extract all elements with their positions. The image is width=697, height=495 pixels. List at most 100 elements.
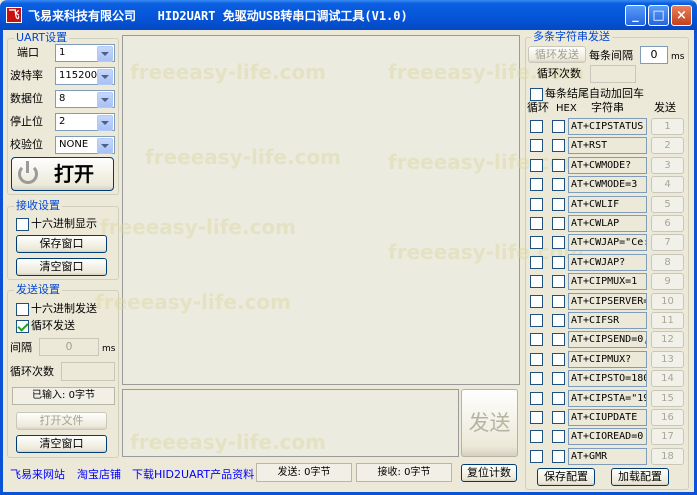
row-send-button[interactable]: 13	[651, 350, 684, 368]
save-window-button[interactable]: 保存窗口	[16, 235, 107, 253]
row-command-input[interactable]: AT+CIPSTA="19	[568, 389, 647, 407]
row-send-button[interactable]: 3	[651, 156, 684, 174]
row-hex-checkbox[interactable]	[552, 275, 565, 289]
databits-select[interactable]: 8	[55, 90, 115, 108]
row-hex-checkbox[interactable]	[552, 333, 565, 347]
row-command-input[interactable]: AT+CIOREAD=0	[568, 428, 647, 446]
row-loop-checkbox[interactable]	[530, 236, 543, 250]
row-loop-checkbox[interactable]	[530, 430, 543, 444]
row-send-button[interactable]: 12	[651, 331, 684, 349]
row-send-button[interactable]: 1	[651, 118, 684, 135]
row-command-input[interactable]: AT+CWMODE=3	[568, 176, 647, 194]
row-send-button[interactable]: 9	[651, 273, 684, 291]
port-select[interactable]: 1	[55, 44, 115, 62]
row-loop-checkbox[interactable]	[530, 449, 543, 463]
row-command-input[interactable]: AT+CWJAP="Ce:	[568, 234, 647, 252]
row-command-input[interactable]: AT+CIPMUX?	[568, 350, 647, 368]
row-command-input[interactable]: AT+CWMODE?	[568, 156, 647, 174]
row-loop-checkbox[interactable]	[530, 294, 543, 308]
close-button[interactable]: ×	[671, 5, 692, 26]
row-command-input[interactable]: AT+CIPMUX=1	[568, 273, 647, 291]
row-send-button[interactable]: 15	[651, 389, 684, 407]
row-command-input[interactable]: AT+GMR	[568, 447, 647, 465]
row-command-input[interactable]: AT+CWLIF	[568, 195, 647, 213]
row-hex-checkbox[interactable]	[552, 197, 565, 211]
maximize-button[interactable]: □	[648, 5, 669, 26]
row-loop-checkbox[interactable]	[530, 275, 543, 289]
row-send-button[interactable]: 17	[651, 428, 684, 446]
row-send-button[interactable]: 5	[651, 195, 684, 213]
save-config-button[interactable]: 保存配置	[537, 468, 595, 486]
row-command-input[interactable]: AT+CWJAP?	[568, 253, 647, 271]
row-send-button[interactable]: 10	[651, 292, 684, 310]
minimize-button[interactable]: _	[625, 5, 646, 26]
row-loop-checkbox[interactable]	[530, 314, 543, 327]
row-loop-checkbox[interactable]	[530, 255, 543, 269]
row-send-button[interactable]: 6	[651, 215, 684, 232]
row-hex-checkbox[interactable]	[552, 372, 565, 386]
row-command-input[interactable]: AT+RST	[568, 137, 647, 155]
row-send-button[interactable]: 14	[651, 370, 684, 388]
clear-receive-button[interactable]: 清空窗口	[16, 258, 107, 276]
row-send-button[interactable]: 16	[651, 409, 684, 426]
row-loop-checkbox[interactable]	[530, 372, 543, 386]
link-download[interactable]: 下载HID2UART产品资料	[132, 466, 254, 482]
row-send-button[interactable]: 2	[651, 137, 684, 155]
stopbits-select[interactable]: 2	[55, 113, 115, 131]
row-command-input[interactable]: AT+CIFSR	[568, 312, 647, 329]
multi-count-input[interactable]	[590, 65, 636, 83]
row-hex-checkbox[interactable]	[552, 255, 565, 269]
multi-interval-input[interactable]: 0	[640, 46, 668, 64]
row-hex-checkbox[interactable]	[552, 120, 565, 133]
row-loop-checkbox[interactable]	[530, 352, 543, 366]
loop-count-input[interactable]	[61, 362, 115, 381]
row-loop-checkbox[interactable]	[530, 178, 543, 192]
link-website[interactable]: 飞易来网站	[10, 466, 65, 482]
row-loop-checkbox[interactable]	[530, 158, 543, 172]
row-loop-checkbox[interactable]	[530, 217, 543, 230]
row-command-input[interactable]: AT+CIPSTO=180	[568, 370, 647, 388]
interval-input[interactable]: 0	[39, 338, 99, 356]
load-config-button[interactable]: 加载配置	[611, 468, 669, 486]
send-button[interactable]: 发送	[461, 389, 518, 457]
row-command-input[interactable]: AT+CIPSTATUS	[568, 118, 647, 135]
send-text-area[interactable]	[122, 389, 459, 457]
link-taobao-shop[interactable]: 淘宝店铺	[77, 466, 121, 482]
loop-send-checkbox[interactable]	[16, 320, 29, 333]
row-loop-checkbox[interactable]	[530, 333, 543, 347]
receive-hex-checkbox[interactable]	[16, 218, 29, 231]
row-send-button[interactable]: 8	[651, 253, 684, 271]
send-hex-checkbox[interactable]	[16, 303, 29, 316]
row-loop-checkbox[interactable]	[530, 197, 543, 211]
baud-select[interactable]: 115200	[55, 67, 115, 85]
open-file-button[interactable]: 打开文件	[16, 412, 107, 430]
row-loop-checkbox[interactable]	[530, 139, 543, 153]
row-hex-checkbox[interactable]	[552, 178, 565, 192]
multi-loop-send-button[interactable]: 循环发送	[528, 46, 586, 63]
open-port-button[interactable]: 打开	[11, 157, 114, 191]
row-hex-checkbox[interactable]	[552, 411, 565, 424]
row-hex-checkbox[interactable]	[552, 352, 565, 366]
row-hex-checkbox[interactable]	[552, 236, 565, 250]
row-hex-checkbox[interactable]	[552, 294, 565, 308]
row-send-button[interactable]: 11	[651, 312, 684, 329]
row-command-input[interactable]: AT+CIPSEND=0,	[568, 331, 647, 349]
parity-select[interactable]: NONE	[55, 136, 115, 154]
row-hex-checkbox[interactable]	[552, 217, 565, 230]
row-send-button[interactable]: 7	[651, 234, 684, 252]
row-loop-checkbox[interactable]	[530, 120, 543, 133]
row-command-input[interactable]: AT+CIUPDATE	[568, 409, 647, 426]
row-hex-checkbox[interactable]	[552, 430, 565, 444]
row-hex-checkbox[interactable]	[552, 391, 565, 405]
receive-text-area[interactable]	[122, 35, 520, 385]
clear-send-button[interactable]: 清空窗口	[16, 435, 107, 453]
row-hex-checkbox[interactable]	[552, 449, 565, 463]
auto-cr-checkbox[interactable]	[530, 88, 543, 101]
row-hex-checkbox[interactable]	[552, 314, 565, 327]
row-hex-checkbox[interactable]	[552, 158, 565, 172]
row-send-button[interactable]: 18	[651, 447, 684, 465]
row-command-input[interactable]: AT+CIPSERVER=	[568, 292, 647, 310]
row-loop-checkbox[interactable]	[530, 411, 543, 424]
row-loop-checkbox[interactable]	[530, 391, 543, 405]
row-command-input[interactable]: AT+CWLAP	[568, 215, 647, 232]
